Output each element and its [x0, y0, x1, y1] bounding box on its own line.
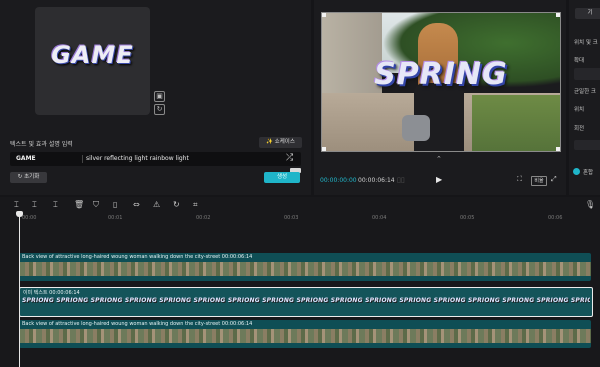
text-clip-content: SPRIONG SPRIONG SPRIONG SPRIONG SPRIONG … — [22, 297, 590, 304]
play-icon[interactable]: ▶ — [436, 175, 442, 184]
rotation-label: 회전 — [574, 126, 585, 132]
generate-button[interactable]: 생성 — [264, 172, 300, 183]
expand-icon[interactable]: ▣ — [154, 91, 165, 102]
waveform-icon[interactable]: ▯▯ — [397, 176, 405, 184]
resize-handle-tl[interactable] — [322, 13, 326, 17]
text-clip-title: 이미 텍스트 00:00:06:14 — [23, 290, 80, 296]
uniform-scale-label: 균일한 크 — [574, 89, 596, 95]
scene-grass — [472, 95, 560, 151]
loop-icon[interactable]: ↻ — [173, 200, 180, 209]
text-generator-panel: GAME ▣ ↻ 텍스트 및 효과 설명 입력 ✨ 쇼케이스 GAME silv… — [0, 0, 311, 195]
ruler-label: 00:04 — [372, 215, 387, 221]
prompt-label: 텍스트 및 효과 설명 입력 — [10, 141, 73, 148]
playhead[interactable] — [19, 213, 20, 367]
panel-drag-handle-icon[interactable]: ⌃ — [436, 155, 442, 163]
reset-button[interactable]: ↻ 초기화 — [10, 172, 47, 183]
select-tool-icon[interactable]: ⌶ — [14, 200, 19, 210]
warning-icon[interactable]: ⚠ — [153, 200, 160, 209]
align-buttons[interactable] — [574, 140, 600, 150]
ruler-label: 00:03 — [284, 215, 299, 221]
clip-thumbnails — [19, 262, 591, 276]
clip-title: Back view of attractive long-haired woun… — [22, 321, 253, 327]
delete-icon[interactable]: 🗑 — [74, 200, 84, 209]
clip-thumbnails — [19, 329, 591, 343]
video-track-bottom[interactable]: Back view of attractive long-haired woun… — [19, 320, 591, 348]
ruler-label: 00:01 — [108, 215, 123, 221]
properties-panel — [569, 0, 600, 195]
properties-tab[interactable]: 기 — [575, 8, 600, 19]
video-track-top[interactable]: Back view of attractive long-haired woun… — [19, 253, 591, 281]
effect-input[interactable]: silver reflecting light rainbow light — [86, 155, 189, 162]
shuffle-icon[interactable]: ⤮ — [286, 153, 293, 163]
ruler-label: 00:05 — [460, 215, 475, 221]
ruler-label: 00:00 — [22, 215, 37, 221]
text-track[interactable]: 이미 텍스트 00:00:06:14 SPRIONG SPRIONG SPRIO… — [19, 287, 593, 317]
flip-icon[interactable]: ⇔ — [133, 200, 140, 209]
refresh-icon[interactable]: ↻ — [154, 104, 165, 115]
scale-field[interactable] — [574, 68, 600, 80]
microphone-icon[interactable]: 🎙 — [585, 200, 595, 209]
position-label: 위치 — [574, 107, 585, 113]
overlay-text[interactable]: SPRING — [322, 57, 560, 92]
fullscreen-icon[interactable]: ⤢ — [551, 175, 557, 184]
resize-handle-br[interactable] — [556, 147, 560, 151]
ruler-label: 00:06 — [548, 215, 563, 221]
resize-handle-tr[interactable] — [556, 13, 560, 17]
fit-icon[interactable]: ⛶ — [517, 175, 522, 184]
split-icon[interactable]: ⌶ — [32, 200, 37, 210]
split-left-icon[interactable]: ⌶ — [53, 200, 58, 210]
resize-handle-bl[interactable] — [322, 147, 326, 151]
current-timecode: 00:00:00:00 — [320, 177, 357, 184]
scale-label: 확대 — [574, 58, 585, 64]
text-input[interactable]: GAME — [16, 155, 36, 162]
showcase-button[interactable]: ✨ 쇼케이스 — [259, 137, 302, 148]
preview-game-text: GAME — [51, 41, 134, 69]
blend-label: 혼합 — [583, 170, 594, 176]
total-timecode: 00:00:06:14 — [358, 177, 395, 184]
prompt-input-bar[interactable]: GAME silver reflecting light rainbow lig… — [10, 152, 301, 166]
shield-icon[interactable]: ⛉ — [93, 200, 99, 210]
ruler-label: 00:02 — [196, 215, 211, 221]
video-frame[interactable]: SPRING — [321, 12, 561, 152]
input-divider — [82, 155, 83, 163]
position-size-label: 위치 및 크 — [574, 40, 598, 46]
text-preview-thumbnail[interactable]: GAME — [35, 7, 150, 115]
frame-icon[interactable]: ▯ — [113, 200, 117, 209]
blend-checkbox[interactable] — [573, 168, 580, 175]
ratio-button[interactable]: 비율 — [531, 176, 547, 186]
scene-backpack — [402, 115, 430, 141]
crop-icon[interactable]: ⌗ — [193, 200, 198, 210]
clip-title: Back view of attractive long-haired woun… — [22, 254, 253, 260]
